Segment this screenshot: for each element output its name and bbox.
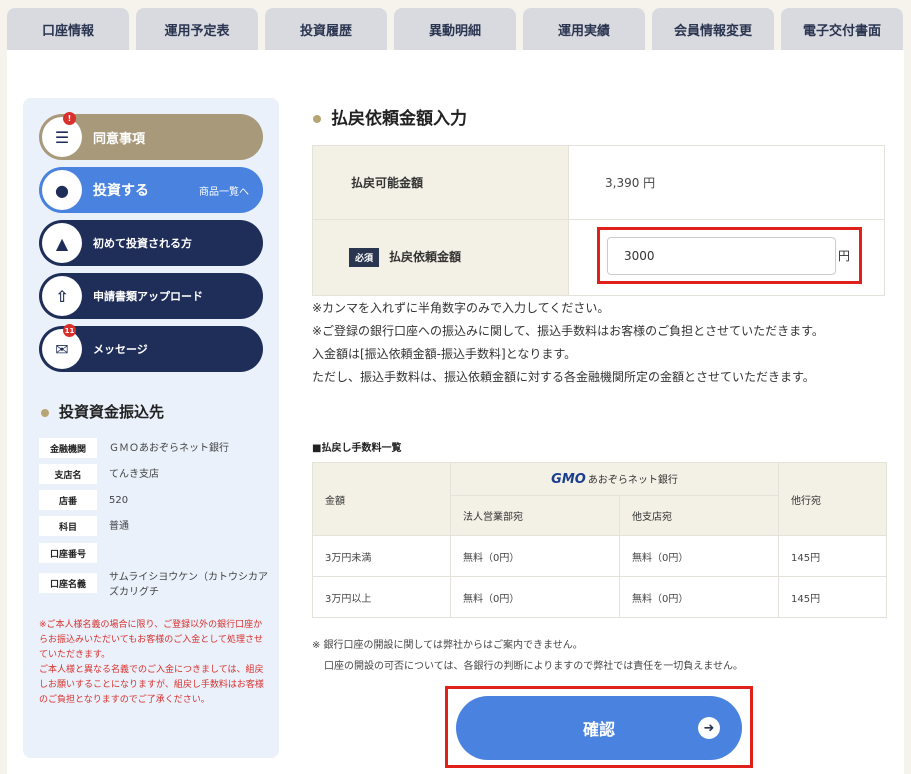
sidebar-item-message[interactable]: ✉ 11 メッセージ (39, 324, 263, 372)
product-list-link[interactable]: 商品一覧へ (199, 183, 249, 198)
upload-icon: ⇧ (42, 276, 82, 316)
sidebar-item-label: 投資する (93, 183, 149, 199)
table-row: 3万円以上 無料（0円） 無料（0円） 145円 (312, 576, 887, 618)
bullet-icon (313, 115, 321, 123)
col-corp: 法人営業部宛 (450, 495, 620, 536)
table-cell: 145円 (778, 535, 887, 577)
tab-performance[interactable]: 運用実績 (523, 8, 645, 50)
tab-electronic-documents[interactable]: 電子交付書面 (781, 8, 903, 50)
bank-key: 金融機関 (39, 438, 97, 458)
bank-value: てんき支店 (109, 469, 159, 480)
bullet-icon (41, 408, 49, 417)
table-cell: 無料（0円） (619, 535, 779, 577)
tab-account-info[interactable]: 口座情報 (7, 8, 129, 50)
note-line: ※ 銀行口座の開設に関しては弊社からはご案内できません。 (312, 640, 583, 651)
sidebar-note: ※ご本人様名義の場合に限り、ご登録以外の銀行口座からお振込みいただいてもお客様の… (39, 620, 264, 705)
bank-key: 店番 (39, 490, 97, 510)
bank-value: 普通 (109, 521, 129, 532)
gmo-logo: GMO (551, 472, 586, 487)
table-cell: 無料（0円） (450, 576, 620, 618)
col-other-bank: 他行宛 (778, 462, 887, 536)
bank-key: 科目 (39, 516, 97, 536)
table-cell: 無料（0円） (619, 576, 779, 618)
note-line: 入金額は[振込依頼金額-振込手数料]となります。 (312, 347, 577, 361)
bank-key: 口座番号 (39, 543, 97, 563)
gmo-bank-name: あおぞらネット銀行 (587, 475, 678, 486)
envelope-icon: ✉ (42, 329, 82, 369)
note-line: ※ご登録の銀行口座への振込みに関して、振込手数料はお客様のご負担とさせていただき… (312, 324, 824, 338)
col-other-branch: 他支店宛 (619, 495, 779, 536)
table-row: 払戻可能金額 3,390 円 (312, 145, 885, 220)
table-cell: 3万円以上 (312, 576, 451, 618)
bank-value: サムライシヨウケン（カトウシカアズカリグチ (109, 572, 268, 598)
table-cell: 145円 (778, 576, 887, 618)
gmo-bank-header: GMO あおぞらネット銀行 (450, 462, 779, 496)
highlight-box: 円 (597, 227, 862, 284)
available-label: 払戻可能金額 (312, 145, 569, 220)
available-value: 3,390 円 (568, 145, 885, 220)
tab-member-info[interactable]: 会員情報変更 (652, 8, 774, 50)
alert-badge: ! (63, 112, 76, 125)
sidebar-item-label: 申請書類アップロード (93, 290, 203, 303)
table-cell: 無料（0円） (450, 535, 620, 577)
bank-account-note: ※ 銀行口座の開設に関しては弊社からはご案内できません。 口座の開設の可否につい… (312, 635, 743, 677)
coins-icon: ● (42, 170, 82, 210)
request-label-cell: 必須 払戻依頼金額 (312, 219, 569, 296)
request-label: 払戻依頼金額 (389, 250, 462, 264)
fee-heading: ■払戻し手数料一覧 (312, 443, 402, 454)
bank-key: 口座名義 (39, 573, 97, 593)
note-line: ただし、振込手数料は、振込依頼金額に対する各金融機関所定の金額とさせていただきま… (312, 370, 815, 384)
yen-unit: 円 (838, 249, 851, 263)
note-line: ※カンマを入れずに半角数字のみで入力してください。 (312, 301, 610, 315)
sidebar-item-label: 初めて投資される方 (93, 237, 192, 250)
bank-heading: 投資資金振込先 (41, 401, 164, 422)
confirm-button[interactable]: 確認 ➜ (456, 696, 742, 760)
sidebar-item-label: メッセージ (93, 343, 148, 356)
highlight-box: 確認 ➜ (445, 686, 753, 768)
sidebar-item-label: 同意事項 (93, 131, 146, 147)
sidebar-item-upload[interactable]: ⇧ 申請書類アップロード (39, 273, 263, 319)
beginner-mark-icon: ▲ (42, 223, 82, 263)
message-count-badge: 11 (63, 324, 76, 337)
top-tabs: 口座情報 運用予定表 投資履歴 異動明細 運用実績 会員情報変更 電子交付書面 (0, 0, 911, 50)
tab-schedule[interactable]: 運用予定表 (136, 8, 258, 50)
sidebar-item-agreement[interactable]: ☰ ! 同意事項 (39, 112, 263, 160)
bank-value: ＧＭＯあおぞらネット銀行 (109, 443, 229, 454)
clipboard-icon: ☰ (42, 117, 82, 157)
sidebar-item-first-time[interactable]: ▲ 初めて投資される方 (39, 220, 263, 266)
col-amount: 金額 (312, 462, 451, 536)
tab-investment-history[interactable]: 投資履歴 (265, 8, 387, 50)
sidebar-item-invest[interactable]: ● 投資する 商品一覧へ (39, 167, 263, 213)
fee-table: 金額 GMO あおぞらネット銀行 他行宛 法人営業部宛 他支店宛 3万円未満 無料… (312, 462, 887, 618)
input-notes: ※カンマを入れずに半角数字のみで入力してください。 ※ご登録の銀行口座への振込み… (312, 297, 824, 389)
page-title: 払戻依頼金額入力 (313, 104, 467, 129)
bank-key: 支店名 (39, 464, 97, 484)
note-line: 口座の開設の可否については、各銀行の判断によりますので弊社では責任を一切負えませ… (324, 661, 743, 672)
table-header-row: 金額 GMO あおぞらネット銀行 他行宛 (312, 462, 887, 536)
table-row: 3万円未満 無料（0円） 無料（0円） 145円 (312, 535, 887, 577)
bank-value: 520 (109, 495, 129, 506)
sidebar: ☰ ! 同意事項 ● 投資する 商品一覧へ ▲ 初めて投資される方 ⇧ 申請書類… (23, 98, 279, 758)
arrow-right-icon: ➜ (698, 717, 720, 739)
confirm-label: 確認 (582, 720, 615, 739)
amount-input[interactable] (607, 237, 836, 275)
required-tag: 必須 (349, 248, 380, 267)
tab-transaction-details[interactable]: 異動明細 (394, 8, 516, 50)
table-cell: 3万円未満 (312, 535, 451, 577)
